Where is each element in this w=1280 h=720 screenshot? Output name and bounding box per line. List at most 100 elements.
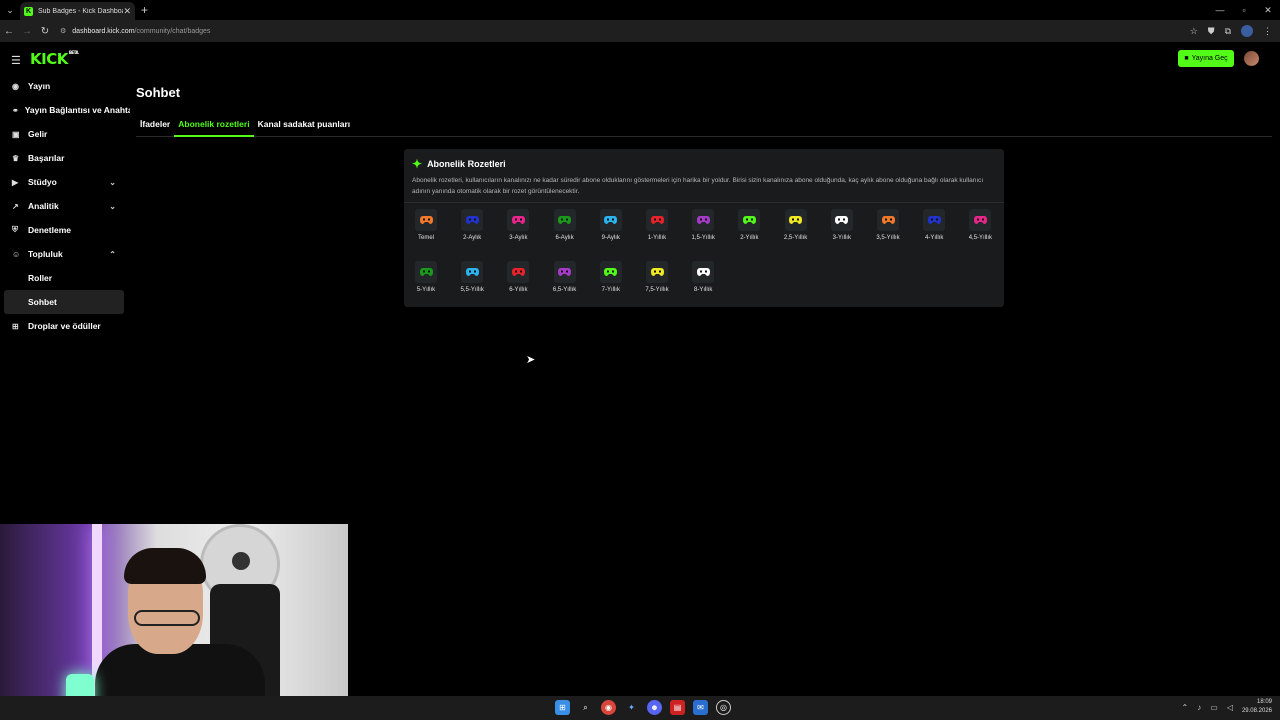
sidebar-item-label: Roller — [28, 273, 53, 283]
forward-icon[interactable]: → — [18, 26, 36, 37]
badge-icon — [738, 209, 761, 231]
tab-channel-points[interactable]: Kanal sadakat puanları — [254, 115, 355, 137]
badge-icon — [923, 209, 946, 231]
address-bar: ← → ↻ ⚙ dashboard.kick.com/community/cha… — [0, 20, 1280, 42]
badge-item[interactable]: 7-Yıllık — [591, 261, 631, 293]
badge-label: 6-Yıllık — [509, 287, 528, 293]
windows-start-icon[interactable]: ⊞ — [555, 700, 570, 715]
badge-item[interactable]: 6,5-Yıllık — [545, 261, 585, 293]
badge-label: 1-Yıllık — [647, 235, 667, 241]
badge-item[interactable]: 1,5-Yıllık — [683, 209, 723, 241]
mail-icon[interactable]: ✉ — [693, 700, 708, 715]
badge-icon — [877, 209, 899, 231]
badge-item[interactable]: 6-Yıllık — [498, 261, 538, 293]
sidebar-item-label: Yayın Bağlantısı ve Anahtar — [24, 105, 130, 115]
logo-text: KICK — [30, 50, 68, 68]
go-live-button[interactable]: ■ Yayına Geç — [1178, 50, 1234, 67]
tab-emotes[interactable]: İfadeler — [136, 115, 174, 137]
sidebar-item-community[interactable]: ☺ Topluluk ⌃ — [0, 242, 130, 266]
discord-icon[interactable]: ☻ — [647, 700, 662, 715]
search-icon[interactable]: ⌕ — [578, 700, 593, 715]
badge-item[interactable]: 5-Yıllık — [406, 261, 446, 293]
broadcast-icon: ◉ — [12, 81, 19, 91]
volume-icon[interactable]: ◁ — [1227, 703, 1233, 712]
badge-item[interactable]: 4,5-Yıllık — [960, 209, 1000, 241]
new-tab-icon[interactable]: + — [141, 3, 148, 17]
obs-icon[interactable]: ◎ — [716, 700, 731, 715]
badge-item[interactable]: 2-Aylık — [452, 209, 492, 241]
badge-item[interactable]: 7,5-Yıllık — [637, 261, 677, 293]
gift-icon: ⊞ — [12, 321, 19, 331]
badge-label: 4-Yıllık — [925, 235, 944, 241]
extensions-icon[interactable]: ⧉ — [1225, 26, 1231, 37]
badge-item[interactable]: 9-Aylık — [591, 209, 631, 241]
minimize-icon[interactable]: — — [1208, 0, 1232, 20]
browser-tab[interactable]: K Sub Badges - Kick Dashboard ✕ — [20, 2, 135, 20]
profile-icon[interactable] — [1241, 25, 1253, 37]
network-icon[interactable]: ▭ — [1210, 703, 1218, 712]
copilot-icon[interactable]: ✦ — [624, 700, 639, 715]
badge-item[interactable]: 3,5-Yıllık — [868, 209, 908, 241]
kick-logo[interactable]: KICKBETA — [30, 50, 79, 68]
clock[interactable]: 18:09 29.08.2026 — [1242, 698, 1272, 716]
link-icon: ⚭ — [12, 105, 19, 115]
sidebar-item-analytics[interactable]: ↗ Analitik ⌄ — [0, 194, 130, 218]
chrome-icon[interactable]: ◉ — [601, 700, 616, 715]
badge-icon — [507, 209, 530, 231]
site-info-icon[interactable]: ⚙ — [60, 27, 66, 35]
badge-label: 7-Yıllık — [601, 287, 620, 293]
sidebar-item-revenue[interactable]: ▣ Gelir — [0, 122, 130, 146]
menu-icon[interactable]: ☰ — [11, 54, 21, 67]
badge-item[interactable]: 3-Yıllık — [822, 209, 862, 241]
badge-item[interactable]: 2,5-Yıllık — [776, 209, 816, 241]
badge-item[interactable]: 8-Yıllık — [683, 261, 723, 293]
url-field[interactable]: ⚙ dashboard.kick.com/community/chat/badg… — [60, 27, 210, 36]
browser-menu-icon[interactable]: ⋮ — [1263, 26, 1272, 37]
badge-item[interactable]: 2-Yıllık — [729, 209, 769, 241]
tab-close-icon[interactable]: ✕ — [123, 6, 131, 17]
mouse-cursor-icon: ➤ — [526, 354, 536, 366]
mic-icon[interactable]: ♪ — [1197, 703, 1201, 712]
tab-sub-badges[interactable]: Abonelik rozetleri — [174, 115, 254, 137]
kick-favicon-icon: K — [24, 6, 33, 16]
badge-item[interactable]: 1-Yıllık — [637, 209, 677, 241]
sidebar-item-stream[interactable]: ◉ Yayın — [0, 74, 130, 98]
chart-icon: ↗ — [12, 201, 19, 211]
badge-label: 2-Aylık — [463, 235, 482, 241]
chevron-up-icon[interactable]: ⌃ — [1182, 703, 1189, 712]
badge-item[interactable]: 5,5-Yıllık — [452, 261, 492, 293]
back-icon[interactable]: ← — [0, 26, 18, 37]
sidebar-item-chat[interactable]: Sohbet — [4, 290, 124, 314]
chat-tabs: İfadeler Abonelik rozetleri Kanal sadaka… — [136, 115, 1272, 137]
badge-item[interactable]: 3-Aylık — [498, 209, 538, 241]
sidebar-item-label: Yayın — [28, 81, 51, 91]
tab-search-icon[interactable]: ⌄ — [0, 0, 20, 20]
sidebar-item-moderation[interactable]: ⛨ Denetleme — [0, 218, 130, 242]
bookmark-star-icon[interactable]: ☆ — [1190, 26, 1198, 37]
reload-icon[interactable]: ↻ — [36, 26, 54, 37]
badge-label: 1,5-Yıllık — [691, 235, 715, 241]
badge-icon — [461, 261, 484, 283]
badge-icon — [692, 209, 715, 231]
chevron-down-icon: ⌄ — [109, 177, 116, 187]
badge-label: Temel — [417, 235, 434, 241]
divider — [404, 202, 1004, 203]
sidebar-item-stream-key[interactable]: ⚭ Yayın Bağlantısı ve Anahtar — [0, 98, 130, 122]
close-window-icon[interactable]: ✕ — [1256, 0, 1280, 20]
sidebar-item-studio[interactable]: ▶ Stüdyo ⌄ — [0, 170, 130, 194]
maximize-icon[interactable]: ▫ — [1232, 0, 1256, 20]
sidebar-item-drops[interactable]: ⊞ Droplar ve ödüller — [0, 314, 130, 338]
app-icon[interactable]: ▤ — [670, 700, 685, 715]
sidebar-item-achievements[interactable]: ♛ Başarılar — [0, 146, 130, 170]
badge-icon — [784, 209, 807, 231]
badge-icon — [599, 261, 622, 283]
badge-item[interactable]: 4-Yıllık — [914, 209, 954, 241]
avatar[interactable] — [1244, 51, 1259, 66]
badge-label: 9-Aylık — [601, 235, 620, 241]
sidebar: ◉ Yayın ⚭ Yayın Bağlantısı ve Anahtar ▣ … — [0, 74, 130, 338]
badge-item[interactable]: 6-Aylık — [545, 209, 585, 241]
sidebar-item-roles[interactable]: Roller — [0, 266, 130, 290]
shield-extension-icon[interactable]: ⛊ — [1208, 26, 1215, 37]
sidebar-item-label: Analitik — [28, 201, 59, 211]
badge-item[interactable]: Temel — [406, 209, 446, 241]
